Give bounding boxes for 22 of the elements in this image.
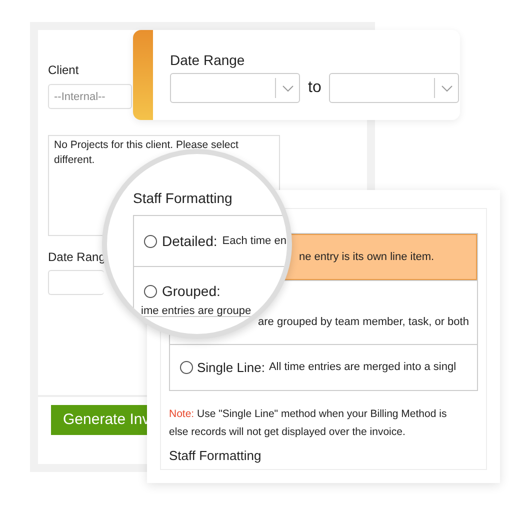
section-heading: Staff Formatting	[133, 189, 234, 208]
option-description: ne entry is its own line item.	[299, 250, 434, 265]
radio-button[interactable]	[144, 285, 157, 298]
option-row[interactable]: Single Line: All time entries are merged into a singl	[170, 344, 477, 390]
note-label: Note:	[169, 408, 194, 420]
radio-button[interactable]	[144, 235, 157, 248]
separator-text: to	[307, 78, 322, 98]
option-row[interactable]: Grouped: ime entries are groupe	[134, 266, 287, 316]
field-label: Client	[48, 62, 79, 79]
option-description: are grouped by team member, task, or both	[258, 314, 469, 330]
caret-icon	[440, 84, 453, 92]
section-heading: Staff Formatting	[169, 446, 262, 465]
note-text: else records will not get displayed over the invoice.	[169, 425, 406, 440]
date-field[interactable]	[48, 270, 104, 295]
note-text: Use "Single Line" method when your Billing Method is	[196, 408, 447, 420]
caret-icon	[282, 84, 294, 92]
radio-button[interactable]	[180, 361, 193, 374]
option-description: All time entries are merged into a singl	[268, 360, 456, 376]
option-label: Single Line:	[197, 358, 265, 377]
option-description: Each time en	[222, 234, 286, 250]
client-select[interactable]: --Internal--	[48, 84, 132, 109]
field-label: Date Range	[170, 51, 246, 70]
